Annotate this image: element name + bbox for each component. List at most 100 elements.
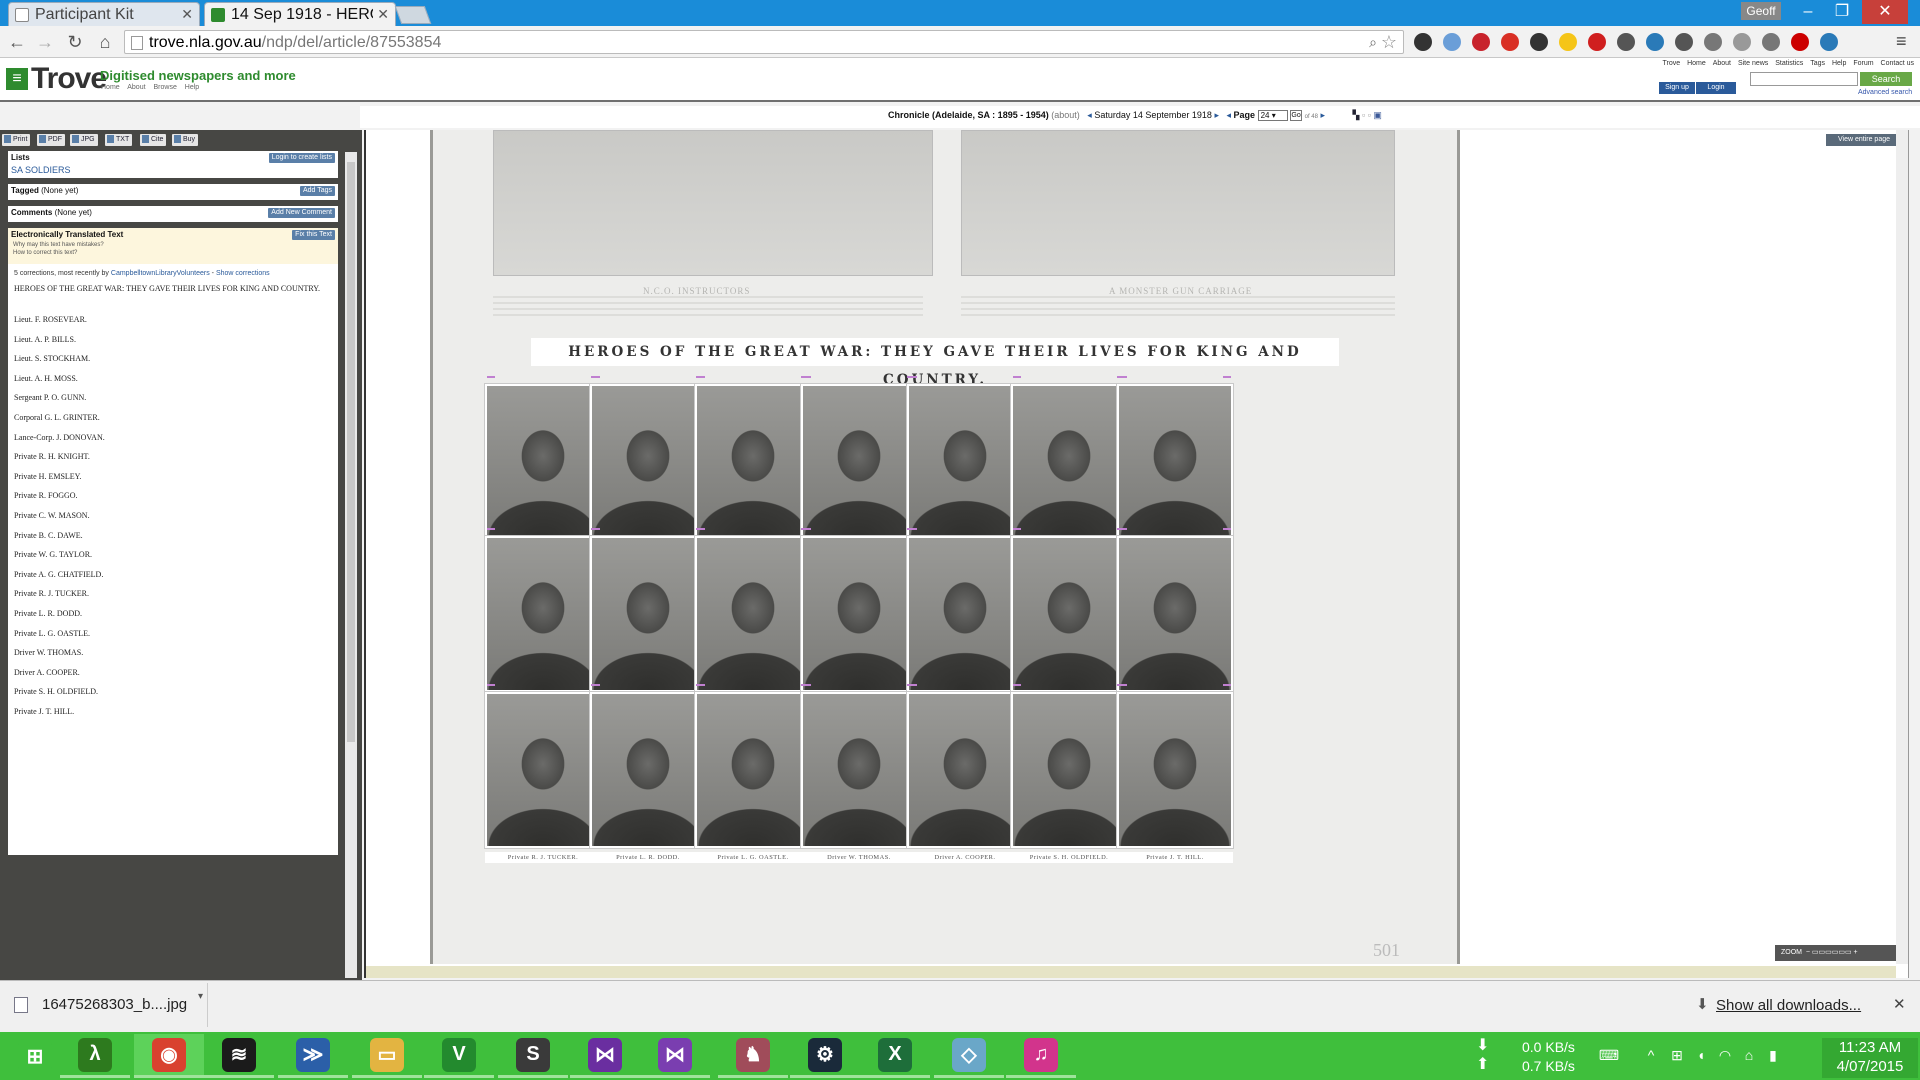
taskbar-vs-preview[interactable]: ⋈ — [640, 1034, 710, 1078]
newspaper-title[interactable]: Chronicle (Adelaide, SA : 1895 - 1954) — [888, 110, 1049, 120]
facebook-icon[interactable]: ▣ — [1373, 110, 1382, 120]
gmail-icon[interactable] — [1501, 33, 1519, 51]
trove-logo-icon[interactable]: ≡ — [6, 68, 28, 90]
home-network-icon[interactable]: ⌂ — [1740, 1046, 1758, 1064]
star-icon[interactable] — [1559, 33, 1577, 51]
taskbar-chrome[interactable]: ◉ — [134, 1034, 204, 1078]
issue-date[interactable]: Saturday 14 September 1918 — [1094, 110, 1212, 120]
fix-text-button[interactable]: Fix this Text — [292, 230, 335, 240]
tab-participant-kit[interactable]: Participant Kit ✕ — [8, 2, 200, 26]
taskbar-visual-studio[interactable]: ⋈ — [570, 1034, 640, 1078]
sync-arrows-icon[interactable] — [1704, 33, 1722, 51]
tray-chevron-icon[interactable]: ^ — [1642, 1046, 1660, 1064]
add-tags-button[interactable]: Add Tags — [299, 186, 335, 196]
taskbar-app-teal[interactable]: ◇ — [934, 1034, 1004, 1078]
tab-trove-article[interactable]: 14 Sep 1918 - HEROI ✕ — [204, 2, 396, 26]
page-viewer[interactable]: N.C.O. INSTRUCTORS A MONSTER GUN CARRIAG… — [364, 130, 1909, 978]
keyboard-icon[interactable]: ⌨ — [1592, 1046, 1626, 1064]
bookmark-star-icon[interactable]: ☆ — [1381, 32, 1397, 53]
topnav-help[interactable]: Help — [1832, 60, 1846, 67]
minimize-icon[interactable]: – — [1790, 0, 1826, 24]
printer-icon[interactable] — [1675, 33, 1693, 51]
prev-issue-icon[interactable]: ◂ — [1087, 110, 1092, 120]
taskbar-spotify[interactable]: ≋ — [204, 1034, 274, 1078]
reload-icon[interactable]: ↻ — [64, 31, 86, 53]
subnav-help[interactable]: Help — [185, 84, 199, 91]
bug-icon[interactable] — [1820, 33, 1838, 51]
puzzle-icon[interactable] — [1791, 33, 1809, 51]
topnav-trove[interactable]: Trove — [1662, 60, 1680, 67]
jpg-button[interactable]: JPG — [70, 134, 98, 146]
screenshot-icon[interactable] — [1646, 33, 1664, 51]
buy-button[interactable]: Buy — [172, 134, 199, 146]
scroll-thumb[interactable] — [347, 162, 355, 742]
next-page-icon[interactable]: ▸ — [1320, 110, 1325, 120]
close-icon[interactable]: ✕ — [181, 6, 193, 23]
menu-icon[interactable]: ≡ — [1896, 31, 1907, 52]
new-tab-button[interactable] — [394, 6, 432, 24]
taskbar-lambda[interactable]: λ — [60, 1034, 130, 1078]
topnav-about[interactable]: About — [1713, 60, 1731, 67]
viewer-horizontal-scrollbar[interactable] — [366, 966, 1896, 978]
show-all-downloads-link[interactable]: Show all downloads... — [1716, 997, 1861, 1014]
delicious-icon[interactable]: ▚ — [1353, 110, 1360, 120]
zoom-icon[interactable]: ⌕ — [1369, 34, 1377, 51]
signup-button[interactable]: Sign up — [1659, 82, 1695, 94]
sync-icon[interactable] — [1414, 33, 1432, 51]
cite-button[interactable]: Cite — [140, 134, 167, 146]
next-issue-icon[interactable]: ▸ — [1214, 110, 1219, 120]
sidebar-scrollbar[interactable] — [345, 152, 357, 978]
topnav-contact[interactable]: Contact us — [1881, 60, 1914, 67]
subnav-about[interactable]: About — [127, 84, 145, 91]
wifi-icon[interactable]: ◠ — [1716, 1046, 1734, 1064]
pdf-button[interactable]: PDF — [37, 134, 65, 146]
camera-icon[interactable] — [1443, 33, 1461, 51]
close-icon[interactable]: ✕ — [377, 6, 389, 23]
volume-icon[interactable]: ◖ — [1692, 1046, 1710, 1064]
pause-icon[interactable] — [1733, 33, 1751, 51]
pocket-icon[interactable] — [1617, 33, 1635, 51]
taskbar-itunes[interactable]: ♫ — [1006, 1034, 1076, 1078]
window-close-icon[interactable]: ✕ — [1862, 0, 1908, 24]
battery-icon[interactable]: ▮ — [1764, 1046, 1782, 1064]
back-icon[interactable]: ← — [6, 31, 28, 53]
trove-logo[interactable]: Trove — [31, 62, 107, 96]
page-go-button[interactable]: Go — [1290, 110, 1303, 122]
stop-icon[interactable] — [1588, 33, 1606, 51]
download-item[interactable]: 16475268303_b....jpg ▾ — [2, 983, 208, 1027]
forward-icon[interactable]: → — [34, 31, 56, 53]
topnav-forum[interactable]: Forum — [1853, 60, 1873, 67]
address-bar[interactable]: trove.nla.gov.au/ndp/del/article/8755385… — [124, 30, 1404, 54]
trove-search-input[interactable] — [1750, 72, 1858, 86]
home-icon[interactable]: ⌂ — [94, 31, 116, 53]
add-comment-button[interactable]: Add New Comment — [268, 208, 335, 218]
view-entire-page-button[interactable]: View entire page — [1826, 134, 1902, 146]
refresh-icon[interactable] — [1762, 33, 1780, 51]
taskbar-excel[interactable]: X — [860, 1034, 930, 1078]
system-clock[interactable]: 11:23 AM 4/07/2015 — [1822, 1038, 1918, 1078]
ett-why-link[interactable]: Why may this text have mistakes? — [13, 242, 104, 248]
taskbar-explorer[interactable]: ▭ — [352, 1034, 422, 1078]
subnav-home[interactable]: Home — [101, 84, 120, 91]
page-select[interactable]: 24 ▾ — [1257, 110, 1288, 122]
topnav-site-news[interactable]: Site news — [1738, 60, 1768, 67]
advanced-search-link[interactable]: Advanced search — [1858, 89, 1912, 96]
list-link-sa-soldiers[interactable]: SA SOLDIERS — [11, 165, 71, 175]
login-button[interactable]: Login — [1696, 82, 1736, 94]
profile-button[interactable]: Geoff — [1741, 2, 1781, 20]
login-create-lists-button[interactable]: Login to create lists — [268, 153, 335, 163]
twitter-icon[interactable]: ▫ — [1368, 110, 1371, 120]
topnav-tags[interactable]: Tags — [1810, 60, 1825, 67]
chevron-down-icon[interactable]: ▾ — [198, 991, 203, 1002]
txt-button[interactable]: TXT — [105, 134, 133, 146]
taskbar-vim[interactable]: V — [424, 1034, 494, 1078]
windows-flag-icon[interactable]: ⊞ — [1668, 1046, 1686, 1064]
viewer-vertical-scrollbar[interactable] — [1896, 130, 1908, 964]
topnav-statistics[interactable]: Statistics — [1775, 60, 1803, 67]
pin-icon[interactable] — [1530, 33, 1548, 51]
article-headline[interactable]: HEROES OF THE GREAT WAR: THEY GAVE THEIR… — [531, 338, 1339, 388]
close-icon[interactable]: ✕ — [1893, 995, 1906, 1013]
subnav-browse[interactable]: Browse — [154, 84, 177, 91]
taskbar-powershell[interactable]: ≫ — [278, 1034, 348, 1078]
pinterest-icon[interactable] — [1472, 33, 1490, 51]
